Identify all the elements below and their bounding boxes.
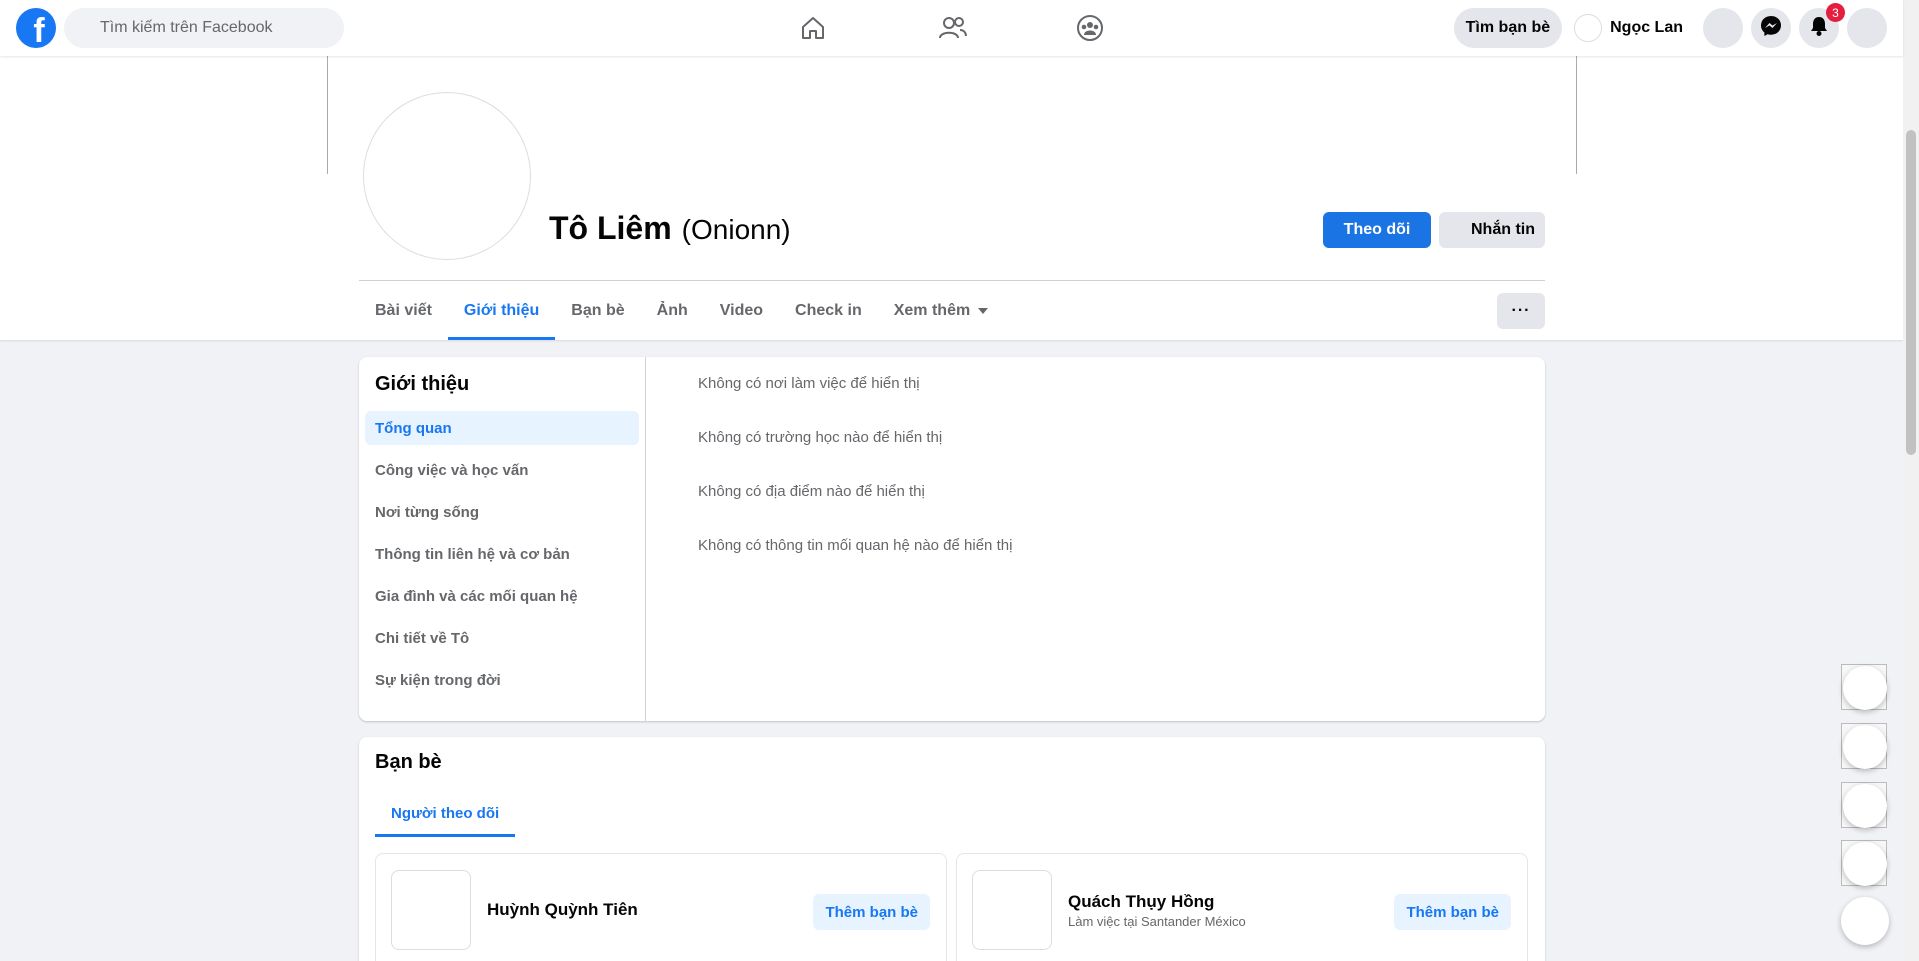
- facebook-logo-icon[interactable]: f: [16, 8, 56, 48]
- groups-icon[interactable]: [1074, 12, 1106, 44]
- bell-icon: [1809, 15, 1829, 42]
- search-input[interactable]: [100, 19, 320, 37]
- menu-button[interactable]: [1703, 8, 1743, 48]
- home-icon[interactable]: [797, 12, 829, 44]
- user-name: Ngọc Lan: [1610, 19, 1683, 36]
- about-menu-overview[interactable]: Tổng quan: [365, 411, 639, 445]
- profile-name-block: Tô Liêm (Onionn): [549, 210, 791, 247]
- tab-photos[interactable]: Ảnh: [641, 282, 704, 340]
- scrollbar-thumb[interactable]: [1906, 130, 1916, 455]
- friends-card: Bạn bè Người theo dõi Huỳnh Quỳnh Tiên T…: [359, 737, 1545, 961]
- chat-contact-avatar[interactable]: [1843, 784, 1887, 828]
- overview-relationship: Không có thông tin mối quan hệ nào để hi…: [698, 537, 1013, 554]
- add-friend-button[interactable]: Thêm bạn bè: [813, 894, 930, 930]
- about-menu-places[interactable]: Nơi từng sống: [365, 495, 639, 529]
- find-friends-button[interactable]: Tìm bạn bè: [1453, 8, 1563, 48]
- about-menu-contact[interactable]: Thông tin liên hệ và cơ bản: [365, 537, 639, 571]
- about-menu-work-education[interactable]: Công việc và học vấn: [365, 453, 639, 487]
- message-button[interactable]: Nhắn tin: [1439, 212, 1545, 248]
- about-sidebar: Giới thiệu Tổng quan Công việc và học vấ…: [359, 357, 646, 721]
- friend-name[interactable]: Quách Thụy Hồng: [1068, 892, 1214, 912]
- cover-edge: [1576, 56, 1577, 174]
- tab-friends[interactable]: Bạn bè: [555, 282, 640, 340]
- tab-posts[interactable]: Bài viết: [359, 282, 448, 340]
- friend-avatar[interactable]: [972, 870, 1052, 950]
- chat-contact-avatar[interactable]: [1843, 842, 1887, 886]
- friends-icon[interactable]: [937, 12, 969, 44]
- notifications-button[interactable]: 3: [1799, 3, 1845, 48]
- tab-checkin[interactable]: Check in: [779, 282, 878, 340]
- friend-subtitle: Làm việc tại Santander México: [1068, 914, 1246, 929]
- notification-badge: 3: [1826, 3, 1845, 22]
- chat-contact-avatar[interactable]: [1843, 666, 1887, 710]
- profile-name: Tô Liêm: [549, 210, 672, 246]
- tab-about[interactable]: Giới thiệu: [447, 282, 556, 340]
- chat-contact-avatar[interactable]: [1843, 725, 1887, 769]
- top-right-controls: Tìm bạn bè Ngọc Lan 3: [1453, 3, 1887, 48]
- about-menu-family[interactable]: Gia đình và các mối quan hệ: [365, 579, 639, 613]
- user-profile-chip[interactable]: Ngọc Lan: [1570, 8, 1695, 48]
- friend-name[interactable]: Huỳnh Quỳnh Tiên: [487, 900, 638, 920]
- about-menu: Tổng quan Công việc và học vấn Nơi từng …: [365, 411, 639, 705]
- follow-button[interactable]: Theo dõi: [1323, 212, 1431, 248]
- about-title: Giới thiệu: [375, 373, 470, 395]
- friend-card[interactable]: Quách Thụy Hồng Làm việc tại Santander M…: [956, 853, 1528, 961]
- overview-school: Không có trường học nào để hiển thị: [698, 429, 943, 446]
- caret-down-icon: [978, 308, 989, 314]
- tab-followers[interactable]: Người theo dõi: [375, 789, 516, 837]
- add-friend-button[interactable]: Thêm bạn bè: [1394, 894, 1511, 930]
- tab-more[interactable]: Xem thêm: [878, 282, 1004, 340]
- friend-card[interactable]: Huỳnh Quỳnh Tiên Thêm bạn bè: [375, 853, 947, 961]
- more-options-button[interactable]: ···: [1497, 293, 1545, 329]
- friend-avatar[interactable]: [391, 870, 471, 950]
- overview-work: Không có nơi làm việc để hiển thị: [698, 375, 920, 392]
- page-scrollbar[interactable]: [1903, 0, 1919, 961]
- overview-place: Không có địa điểm nào để hiển thị: [698, 483, 925, 500]
- profile-avatar[interactable]: [363, 92, 531, 260]
- cover-edge: [327, 56, 328, 174]
- search-box[interactable]: [64, 8, 344, 48]
- top-navigation-bar: f Tìm bạn bè Ngọc Lan 3: [0, 0, 1903, 56]
- profile-tabs: Bài viết Giới thiệu Bạn bè Ảnh Video Che…: [359, 282, 1004, 340]
- about-overview: Không có nơi làm việc để hiển thị Không …: [698, 375, 1012, 591]
- messenger-icon: [1760, 15, 1782, 42]
- about-menu-details[interactable]: Chi tiết về Tô: [365, 621, 639, 655]
- tab-video[interactable]: Video: [704, 282, 779, 340]
- profile-alt-name: (Onionn): [681, 214, 791, 245]
- about-menu-life-events[interactable]: Sự kiện trong đời: [365, 663, 639, 697]
- new-message-button[interactable]: [1841, 897, 1889, 945]
- account-button[interactable]: [1847, 8, 1887, 48]
- header-divider: [359, 280, 1545, 281]
- messenger-button[interactable]: [1751, 8, 1791, 48]
- avatar: [1574, 14, 1603, 42]
- friends-title: Bạn bè: [375, 751, 442, 773]
- about-card: Giới thiệu Tổng quan Công việc và học vấ…: [359, 357, 1545, 721]
